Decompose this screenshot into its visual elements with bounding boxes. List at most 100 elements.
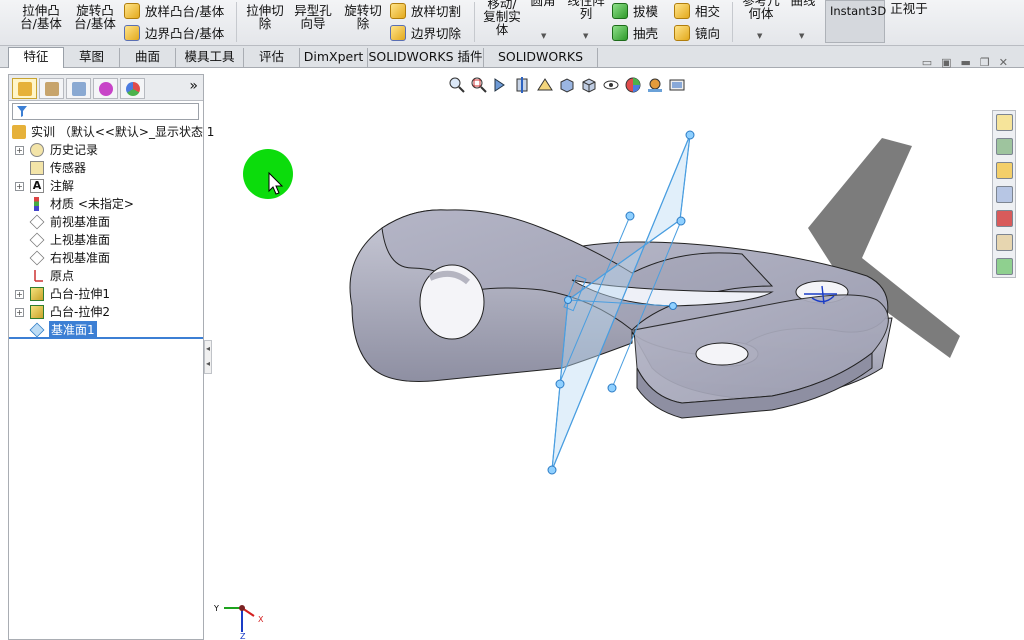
tree-item-front-plane[interactable]: 前视基准面 xyxy=(9,213,203,231)
tree-root-part[interactable]: 实训 （默认<<默认>_显示状态 1 xyxy=(9,123,214,141)
tab-configuration-manager[interactable] xyxy=(66,78,91,99)
file-explorer-icon[interactable] xyxy=(996,162,1013,179)
chevron-down-icon[interactable]: ▼ xyxy=(583,32,588,40)
fillet-button[interactable]: 圆角 xyxy=(528,0,558,7)
extrude-cut-button[interactable]: 拉伸切 除 xyxy=(242,4,288,30)
revolve-boss-button[interactable]: 旋转凸 台/基体 xyxy=(70,4,120,30)
tab-solidworks-mbd[interactable]: SOLIDWORKS MBD xyxy=(484,48,598,82)
extrude-boss-button[interactable]: 拉伸凸 台/基体 xyxy=(16,4,66,30)
display-style-icon[interactable] xyxy=(580,76,598,94)
plane-handle xyxy=(607,383,617,393)
restore-icon[interactable]: ❐ xyxy=(980,56,990,69)
revolve-cut-button[interactable]: 旋转切 除 xyxy=(340,4,386,30)
tree-item-origin[interactable]: 原点 xyxy=(9,267,203,285)
zoom-to-fit-icon[interactable] xyxy=(448,76,466,94)
instant3d-button[interactable]: Instant3D xyxy=(825,0,887,43)
expand-icon[interactable]: + xyxy=(15,146,24,155)
boundary-cut-button[interactable]: 边界切除 xyxy=(390,23,461,42)
tab-evaluate[interactable]: 评估 xyxy=(244,48,300,67)
tab-dimxpert[interactable]: DimXpert xyxy=(300,48,368,67)
tab-mold-tools[interactable]: 模具工具 xyxy=(176,48,244,67)
design-library-icon[interactable] xyxy=(996,138,1013,155)
solidworks-resources-icon[interactable] xyxy=(996,114,1013,131)
edit-appearance-icon[interactable] xyxy=(624,76,642,94)
section-view-icon[interactable] xyxy=(514,76,532,94)
tab-surfaces[interactable]: 曲面 xyxy=(120,48,176,67)
tab-display-manager[interactable] xyxy=(120,78,145,99)
loft-boss-button[interactable]: 放样凸台/基体 xyxy=(124,1,224,20)
chevron-down-icon[interactable]: ▼ xyxy=(757,32,762,40)
view-orientation-icon[interactable] xyxy=(558,76,576,94)
expand-icon[interactable]: + xyxy=(15,290,24,299)
tree-item-top-plane[interactable]: 上视基准面 xyxy=(9,231,203,249)
tab-dimxpert-manager[interactable] xyxy=(93,78,118,99)
annotation-icon: A xyxy=(30,179,44,193)
appearances-icon[interactable] xyxy=(996,210,1013,227)
expand-icon[interactable]: + xyxy=(15,182,24,191)
tree-item-history[interactable]: + 历史记录 xyxy=(9,141,203,159)
mirror-button[interactable]: 镜向 xyxy=(674,23,720,42)
hide-show-items-icon[interactable] xyxy=(602,76,620,94)
tree-item-label: 传感器 xyxy=(50,161,87,175)
tree-item-material[interactable]: 材质 <未指定> xyxy=(9,195,203,213)
chevron-down-icon[interactable]: ▼ xyxy=(541,32,546,40)
tree-item-boss-extrude-2[interactable]: + 凸台-拉伸2 xyxy=(9,303,203,321)
boundary-cut-label: 边界切除 xyxy=(411,26,462,41)
tree-item-boss-extrude-1[interactable]: + 凸台-拉伸1 xyxy=(9,285,203,303)
plane-handle xyxy=(685,130,695,140)
feature-tree-filter[interactable] xyxy=(12,103,199,120)
feature-manager-tabs: » xyxy=(9,75,203,101)
instant3d-label: Instant3D xyxy=(830,4,887,18)
view-palette-icon[interactable] xyxy=(996,186,1013,203)
tree-item-right-plane[interactable]: 右视基准面 xyxy=(9,249,203,267)
draft-label: 拔模 xyxy=(633,4,659,19)
plane-icon xyxy=(29,214,45,230)
tree-item-label: 上视基准面 xyxy=(50,233,111,247)
minimize-icon[interactable]: ▬ xyxy=(961,56,971,69)
triad-z-label: Z xyxy=(240,632,246,640)
custom-properties-icon[interactable] xyxy=(996,234,1013,251)
apply-scene-icon[interactable] xyxy=(646,76,664,94)
split-view-icon[interactable]: ▣ xyxy=(941,56,951,69)
hole-wizard-button[interactable]: 异型孔 向导 xyxy=(290,4,336,30)
tab-property-manager[interactable] xyxy=(39,78,64,99)
chevron-right-icon[interactable]: » xyxy=(189,78,198,94)
close-icon[interactable]: ✕ xyxy=(999,56,1008,69)
tab-features[interactable]: 特征 xyxy=(8,47,64,68)
boundary-boss-button[interactable]: 边界凸台/基体 xyxy=(124,23,224,42)
chevron-down-icon[interactable]: ▼ xyxy=(799,32,804,40)
intersect-button[interactable]: 相交 xyxy=(674,1,720,20)
previous-view-icon[interactable] xyxy=(492,76,510,94)
tab-solidworks-addins[interactable]: SOLIDWORKS 插件 xyxy=(368,48,484,67)
loft-cut-button[interactable]: 放样切割 xyxy=(390,1,461,20)
boundary-cut-icon xyxy=(390,24,406,41)
viewport-layout-icon[interactable]: ▭ xyxy=(922,56,932,69)
view-settings-icon[interactable] xyxy=(668,76,686,94)
tree-item-annotations[interactable]: + A 注解 xyxy=(9,177,203,195)
linear-pattern-button[interactable]: 线性阵 列 xyxy=(564,0,608,20)
shell-button[interactable]: 抽壳 xyxy=(612,23,658,42)
zoom-to-area-icon[interactable] xyxy=(470,76,488,94)
dimxpert-manager-icon xyxy=(99,82,113,96)
origin-icon xyxy=(34,270,43,282)
tab-sketch[interactable]: 草图 xyxy=(64,48,120,67)
curves-button[interactable]: 曲线 xyxy=(788,0,818,7)
shell-label: 抽壳 xyxy=(633,26,659,41)
move-copy-body-button[interactable]: 移动/ 复制实 体 xyxy=(480,0,524,36)
feature-tree-icon xyxy=(18,82,32,96)
tree-item-sensors[interactable]: 传感器 xyxy=(9,159,203,177)
tree-item-label: 右视基准面 xyxy=(50,251,111,265)
draft-button[interactable]: 拔模 xyxy=(612,1,658,20)
tree-item-plane-1[interactable]: 基准面1 xyxy=(9,321,203,339)
task-pane-tabs xyxy=(992,110,1016,278)
normal-to-button[interactable]: 正视于 xyxy=(888,2,930,15)
reference-geometry-button[interactable]: 参考几 何体 xyxy=(738,0,784,20)
forum-icon[interactable] xyxy=(996,258,1013,275)
tree-item-label-selected: 基准面1 xyxy=(49,321,97,339)
draft-icon xyxy=(612,2,628,19)
panel-splitter-handle[interactable]: ◂ ◂ xyxy=(204,340,212,374)
tab-feature-manager[interactable] xyxy=(12,78,37,99)
expand-icon[interactable]: + xyxy=(15,308,24,317)
dynamic-annotation-icon[interactable] xyxy=(536,76,554,94)
part-model-view[interactable] xyxy=(212,68,1024,640)
